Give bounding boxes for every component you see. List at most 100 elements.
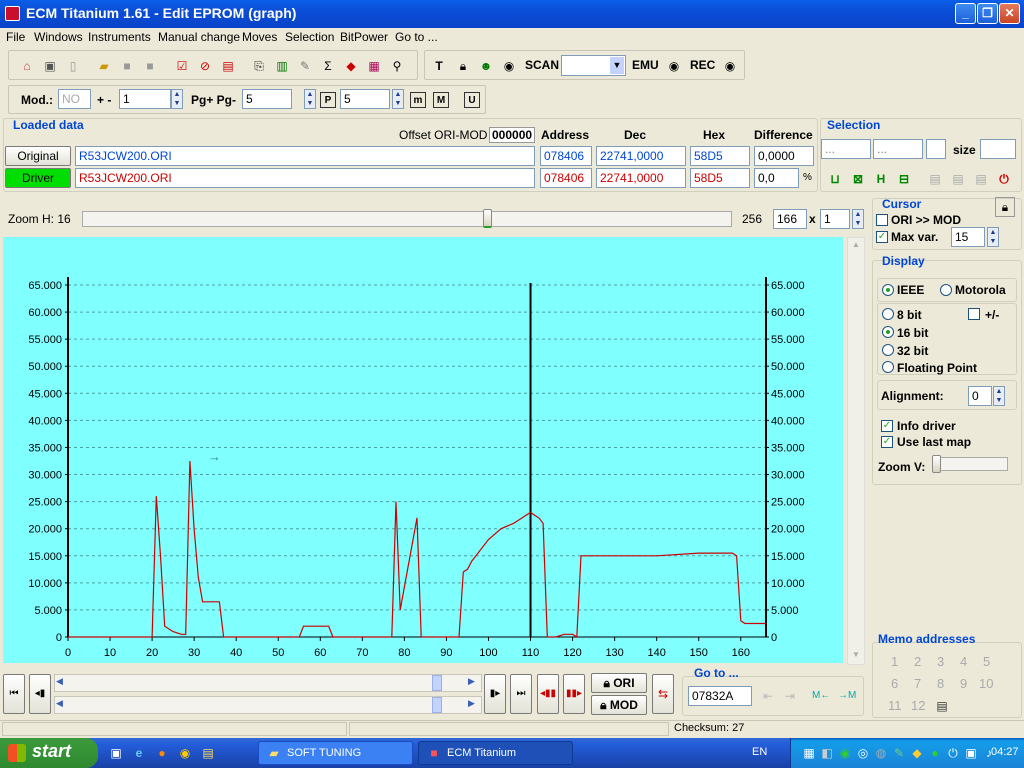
- gray-square-icon[interactable]: ■: [119, 58, 135, 74]
- memo-save-icon[interactable]: ▤: [934, 698, 950, 714]
- rec-record-icon[interactable]: ◉: [722, 58, 738, 74]
- plusminus-field[interactable]: 1: [119, 89, 171, 109]
- lock-icon[interactable]: 🔒︎: [995, 197, 1015, 217]
- checklist-icon[interactable]: ☑: [174, 58, 190, 74]
- ieee-radio[interactable]: [882, 284, 894, 296]
- goto-field[interactable]: 07832A: [688, 686, 752, 706]
- graph-area[interactable]: 0 0 5.000 5.000 10.000 10.000 15.000 15.000 20.0…: [3, 237, 843, 663]
- zoom-mult-spinner[interactable]: ▲ ▼: [852, 209, 864, 229]
- motorola-radio[interactable]: [940, 284, 952, 296]
- mod-scrollbar[interactable]: [54, 696, 482, 714]
- menu-goto[interactable]: Go to ...: [395, 30, 438, 44]
- memo-item[interactable]: 1: [891, 654, 898, 669]
- windows-icon[interactable]: ▣: [42, 58, 58, 74]
- ie-icon[interactable]: e: [131, 745, 147, 761]
- paste-block-icon[interactable]: ▤: [950, 171, 966, 187]
- menu-manual-change[interactable]: Manual change: [158, 30, 240, 44]
- copy-block-icon[interactable]: ▤: [927, 171, 943, 187]
- ori-lock-button[interactable]: 🔒︎ ORI: [591, 673, 647, 693]
- bit32-radio[interactable]: [882, 344, 894, 356]
- chevron-down-icon[interactable]: ▼: [610, 57, 624, 74]
- firefox-icon[interactable]: ●: [154, 745, 170, 761]
- memo-prev-icon[interactable]: M←: [812, 688, 830, 704]
- memo-item[interactable]: 2: [914, 654, 921, 669]
- driver-dec-field[interactable]: 22741,0000: [596, 168, 686, 188]
- text-t-icon[interactable]: T: [431, 58, 447, 74]
- calendar-icon[interactable]: ▤: [220, 58, 236, 74]
- memo-item[interactable]: 4: [960, 654, 967, 669]
- max-var-spinner[interactable]: ▲ ▼: [987, 227, 999, 247]
- plusminus-spinner[interactable]: ▲ ▼: [171, 89, 183, 109]
- mod-field[interactable]: NO: [58, 89, 91, 109]
- media-icon[interactable]: ◉: [177, 745, 193, 761]
- zoom-v-track[interactable]: [932, 457, 1008, 471]
- memo-item[interactable]: 7: [914, 676, 921, 691]
- runner-icon[interactable]: ☻: [478, 58, 494, 74]
- zoom-value-field[interactable]: 166: [773, 209, 807, 229]
- ori-mod-checkbox[interactable]: [876, 214, 888, 226]
- tray-icon-7[interactable]: ◆: [909, 745, 925, 761]
- first-button[interactable]: ⏮: [3, 674, 25, 714]
- lock-icon[interactable]: 🔒︎: [455, 58, 471, 74]
- ori-scrollbar[interactable]: [54, 674, 482, 692]
- power-icon[interactable]: ⏻: [996, 171, 1012, 187]
- info-driver-checkbox[interactable]: ✓: [881, 420, 893, 432]
- scroll-down-icon[interactable]: ▼: [849, 650, 863, 664]
- sum-icon[interactable]: Σ: [320, 58, 336, 74]
- tray-network-icon[interactable]: ▦: [801, 745, 817, 761]
- record-icon[interactable]: ◉: [501, 58, 517, 74]
- zoom-h-thumb[interactable]: [483, 209, 492, 228]
- scroll-right-2-icon[interactable]: ▶: [468, 698, 475, 709]
- language-indicator[interactable]: EN: [752, 746, 767, 758]
- float-radio[interactable]: [882, 361, 894, 373]
- mod-scroll-thumb[interactable]: [432, 697, 442, 713]
- next-diff-button[interactable]: ▮▮▸: [563, 674, 585, 714]
- next-button[interactable]: ▮▸: [484, 674, 506, 714]
- memo-item[interactable]: 3: [937, 654, 944, 669]
- tray-icon-2[interactable]: ◧: [819, 745, 835, 761]
- original-difference-field[interactable]: 0,0000: [754, 146, 814, 166]
- graph-vscrollbar[interactable]: [847, 237, 865, 665]
- selection-to-field[interactable]: ...: [873, 139, 923, 159]
- close-button[interactable]: ✕: [999, 3, 1020, 24]
- prev-diff-button[interactable]: ◂▮▮: [537, 674, 559, 714]
- last-button[interactable]: ⏭: [510, 674, 532, 714]
- original-hex-field[interactable]: 58D5: [690, 146, 750, 166]
- menu-instruments[interactable]: Instruments: [88, 30, 151, 44]
- memo-item[interactable]: 9: [960, 676, 967, 691]
- scroll-left-icon[interactable]: ◀: [56, 676, 63, 687]
- select-h-icon[interactable]: H: [873, 171, 889, 187]
- original-address-field[interactable]: 078406: [540, 146, 592, 166]
- zoom-mult-field[interactable]: 1: [820, 209, 850, 229]
- menu-selection[interactable]: Selection: [285, 30, 334, 44]
- pg-spinner[interactable]: ▲ ▼: [304, 89, 316, 109]
- minimize-button[interactable]: _: [955, 3, 976, 24]
- u-box-icon[interactable]: U: [464, 92, 480, 108]
- selection-from-field[interactable]: ...: [821, 139, 871, 159]
- tray-icon-6[interactable]: ✎: [891, 745, 907, 761]
- zoom-h-track[interactable]: [82, 211, 732, 227]
- driver-file-field[interactable]: R53JCW200.ORI: [75, 168, 535, 188]
- m-box-2-icon[interactable]: M: [433, 92, 449, 108]
- selection-small-field[interactable]: [926, 139, 946, 159]
- plusminus-checkbox[interactable]: [968, 308, 980, 320]
- page-icon[interactable]: ▯: [65, 58, 81, 74]
- menu-moves[interactable]: Moves: [242, 30, 277, 44]
- select-mark-icon[interactable]: ⊠: [850, 171, 866, 187]
- tray-icon-8[interactable]: ●: [927, 745, 943, 761]
- bit8-radio[interactable]: [882, 308, 894, 320]
- mod-lock-button[interactable]: 🔒︎ MOD: [591, 695, 647, 715]
- memo-item[interactable]: 6: [891, 676, 898, 691]
- tray-icon-4[interactable]: ◎: [855, 745, 871, 761]
- home-icon[interactable]: ⌂: [19, 58, 35, 74]
- copy-icon[interactable]: ⎘: [251, 58, 267, 74]
- graph-icon[interactable]: ▦: [366, 58, 382, 74]
- max-var-checkbox[interactable]: ✓: [876, 231, 888, 243]
- driver-hex-field[interactable]: 58D5: [690, 168, 750, 188]
- scroll-up-icon[interactable]: ▲: [849, 240, 863, 254]
- driver-address-field[interactable]: 078406: [540, 168, 592, 188]
- memo-item[interactable]: 10: [979, 676, 993, 691]
- pg-field[interactable]: 5: [242, 89, 292, 109]
- original-file-field[interactable]: R53JCW200.ORI: [75, 146, 535, 166]
- zoom-v-thumb[interactable]: [932, 455, 941, 473]
